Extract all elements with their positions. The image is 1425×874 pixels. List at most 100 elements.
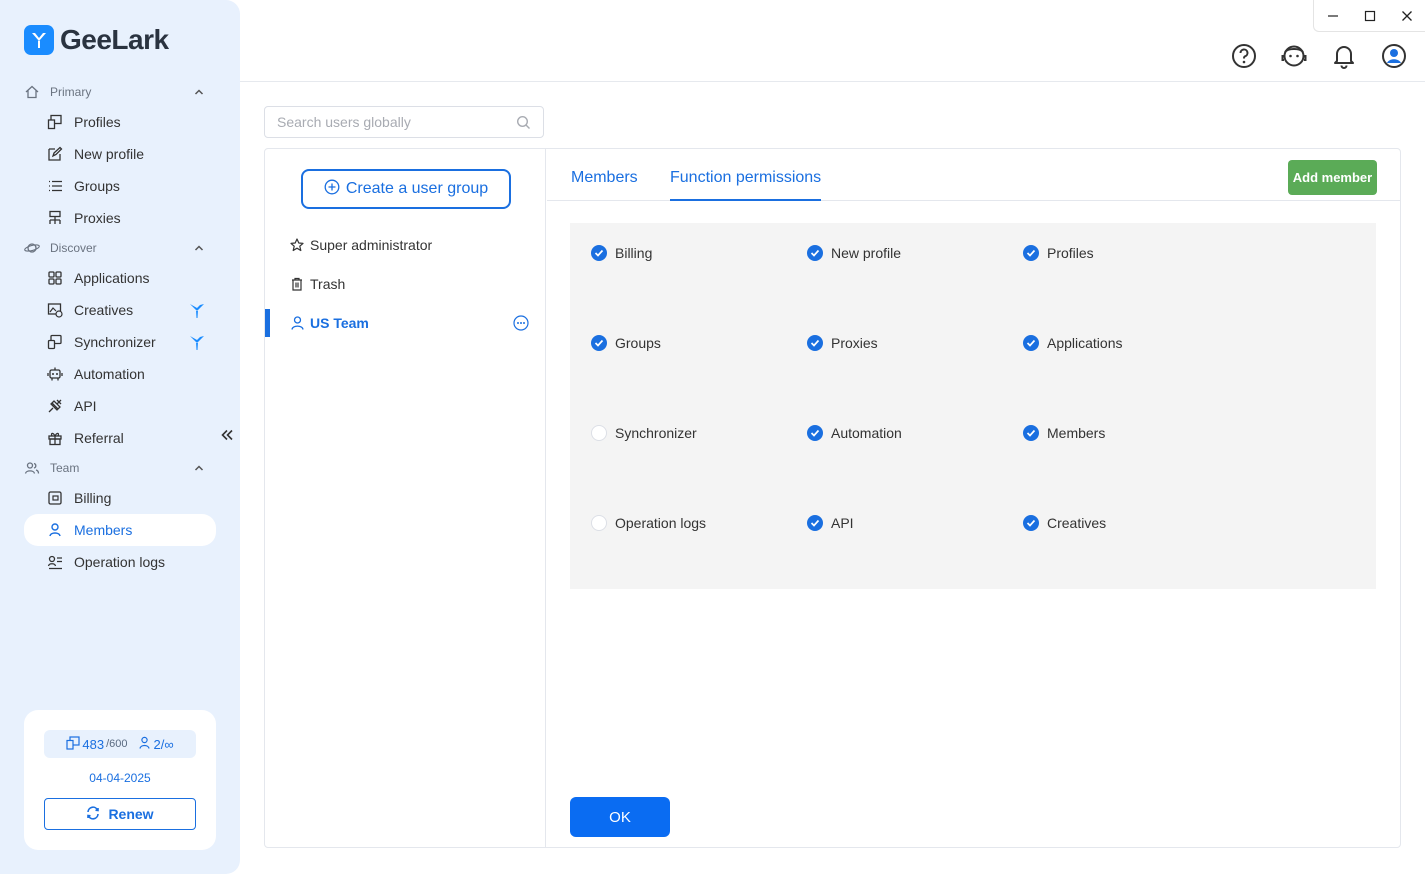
sidebar-item-groups[interactable]: Groups (24, 170, 216, 202)
permission-profiles[interactable]: Profiles (1023, 245, 1094, 261)
premium-bird-icon (188, 301, 206, 322)
home-icon (24, 84, 40, 100)
profiles-used: 483 (82, 736, 105, 752)
support-agent-icon[interactable] (1280, 42, 1308, 70)
permission-proxies[interactable]: Proxies (807, 335, 878, 351)
checkbox-unchecked-icon[interactable] (591, 515, 607, 531)
permission-label: Applications (1047, 335, 1123, 351)
maximize-icon[interactable] (1351, 0, 1388, 32)
list-icon (46, 177, 64, 195)
chevron-up-icon[interactable] (194, 242, 204, 256)
profiles-icon (46, 113, 64, 131)
sidebar-item-referral[interactable]: Referral (24, 422, 216, 454)
create-user-group-button[interactable]: Create a user group (301, 169, 511, 209)
permission-creatives[interactable]: Creatives (1023, 515, 1106, 531)
header-actions (1230, 42, 1408, 70)
group-label: Super administrator (310, 237, 433, 253)
permission-operation-logs[interactable]: Operation logs (591, 515, 706, 531)
member-quota-icon (138, 736, 151, 752)
expiry-date: 04-04-2025 (89, 771, 151, 785)
tab-members[interactable]: Members (571, 169, 638, 201)
team-icon (24, 460, 40, 476)
sidebar-item-members[interactable]: Members (24, 514, 216, 546)
group-us-team[interactable]: US Team (265, 309, 545, 337)
sidebar-item-label: Operation logs (74, 554, 166, 570)
permission-label: API (831, 515, 854, 531)
permission-api[interactable]: API (807, 515, 854, 531)
group-label: US Team (310, 315, 369, 331)
checkbox-checked-icon[interactable] (807, 425, 823, 441)
permission-billing[interactable]: Billing (591, 245, 652, 261)
sidebar-item-new-profile[interactable]: New profile (24, 138, 216, 170)
sidebar-item-synchronizer[interactable]: Synchronizer (24, 326, 216, 358)
sidebar-item-applications[interactable]: Applications (24, 262, 216, 294)
trash-icon (290, 277, 304, 291)
sidebar-item-label: Referral (74, 430, 124, 446)
permission-label: Billing (615, 245, 653, 261)
tab-function-permissions[interactable]: Function permissions (670, 169, 822, 201)
checkbox-checked-icon[interactable] (591, 245, 607, 261)
permission-members[interactable]: Members (1023, 425, 1105, 441)
help-icon[interactable] (1230, 42, 1258, 70)
checkbox-checked-icon[interactable] (1023, 515, 1039, 531)
premium-bird-icon (188, 333, 206, 354)
section-label: Primary (50, 85, 92, 99)
section-primary[interactable]: Primary (24, 78, 216, 106)
checkbox-checked-icon[interactable] (807, 245, 823, 261)
sidebar-nav: Primary Profiles New profile Groups Prox… (24, 78, 216, 578)
billing-icon (46, 489, 64, 507)
logo[interactable]: GeeLark (24, 24, 169, 56)
members-count: 2/∞ (153, 736, 174, 752)
bell-icon[interactable] (1330, 42, 1358, 70)
search-icon[interactable] (516, 115, 531, 133)
geelark-logo-icon (24, 25, 54, 55)
checkbox-unchecked-icon[interactable] (591, 425, 607, 441)
search-input[interactable]: Search users globally (264, 106, 544, 138)
sidebar-item-proxies[interactable]: Proxies (24, 202, 216, 234)
renew-button[interactable]: Renew (44, 798, 196, 830)
chevron-up-icon[interactable] (194, 86, 204, 100)
collapse-sidebar-icon[interactable] (220, 428, 234, 447)
permission-automation[interactable]: Automation (807, 425, 902, 441)
permission-applications[interactable]: Applications (1023, 335, 1123, 351)
member-icon (46, 521, 64, 539)
ok-button[interactable]: OK (570, 797, 670, 837)
window-controls (1313, 0, 1425, 32)
add-member-button[interactable]: Add member (1288, 160, 1377, 195)
sidebar-item-operation-logs[interactable]: Operation logs (24, 546, 216, 578)
section-team[interactable]: Team (24, 454, 216, 482)
minimize-icon[interactable] (1314, 0, 1351, 32)
tab-bar: Members Function permissions (547, 149, 1400, 201)
sidebar: GeeLark Primary Profiles New profile Gro… (0, 0, 240, 874)
sidebar-item-automation[interactable]: Automation (24, 358, 216, 390)
checkbox-checked-icon[interactable] (591, 335, 607, 351)
sidebar-item-creatives[interactable]: Creatives (24, 294, 216, 326)
checkbox-checked-icon[interactable] (1023, 335, 1039, 351)
sidebar-item-label: Synchronizer (74, 334, 156, 350)
edit-icon (46, 145, 64, 163)
user-avatar-icon[interactable] (1380, 42, 1408, 70)
checkbox-checked-icon[interactable] (807, 335, 823, 351)
permission-groups[interactable]: Groups (591, 335, 661, 351)
group-trash[interactable]: Trash (265, 270, 545, 298)
checkbox-checked-icon[interactable] (807, 515, 823, 531)
checkbox-checked-icon[interactable] (1023, 245, 1039, 261)
sidebar-item-label: API (74, 398, 97, 414)
permission-synchronizer[interactable]: Synchronizer (591, 425, 697, 441)
chevron-up-icon[interactable] (194, 462, 204, 476)
sidebar-item-billing[interactable]: Billing (24, 482, 216, 514)
close-icon[interactable] (1388, 0, 1425, 32)
permission-new-profile[interactable]: New profile (807, 245, 901, 261)
sidebar-item-label: Profiles (74, 114, 121, 130)
group-super-administrator[interactable]: Super administrator (265, 231, 545, 259)
sidebar-item-label: New profile (74, 146, 145, 162)
section-discover[interactable]: Discover (24, 234, 216, 262)
checkbox-checked-icon[interactable] (1023, 425, 1039, 441)
proxy-icon (46, 209, 64, 227)
sidebar-item-label: Groups (74, 178, 120, 194)
sidebar-item-profiles[interactable]: Profiles (24, 106, 216, 138)
more-options-icon[interactable] (513, 315, 529, 334)
sidebar-item-label: Proxies (74, 210, 121, 226)
header-divider (240, 81, 1425, 82)
sidebar-item-api[interactable]: API (24, 390, 216, 422)
